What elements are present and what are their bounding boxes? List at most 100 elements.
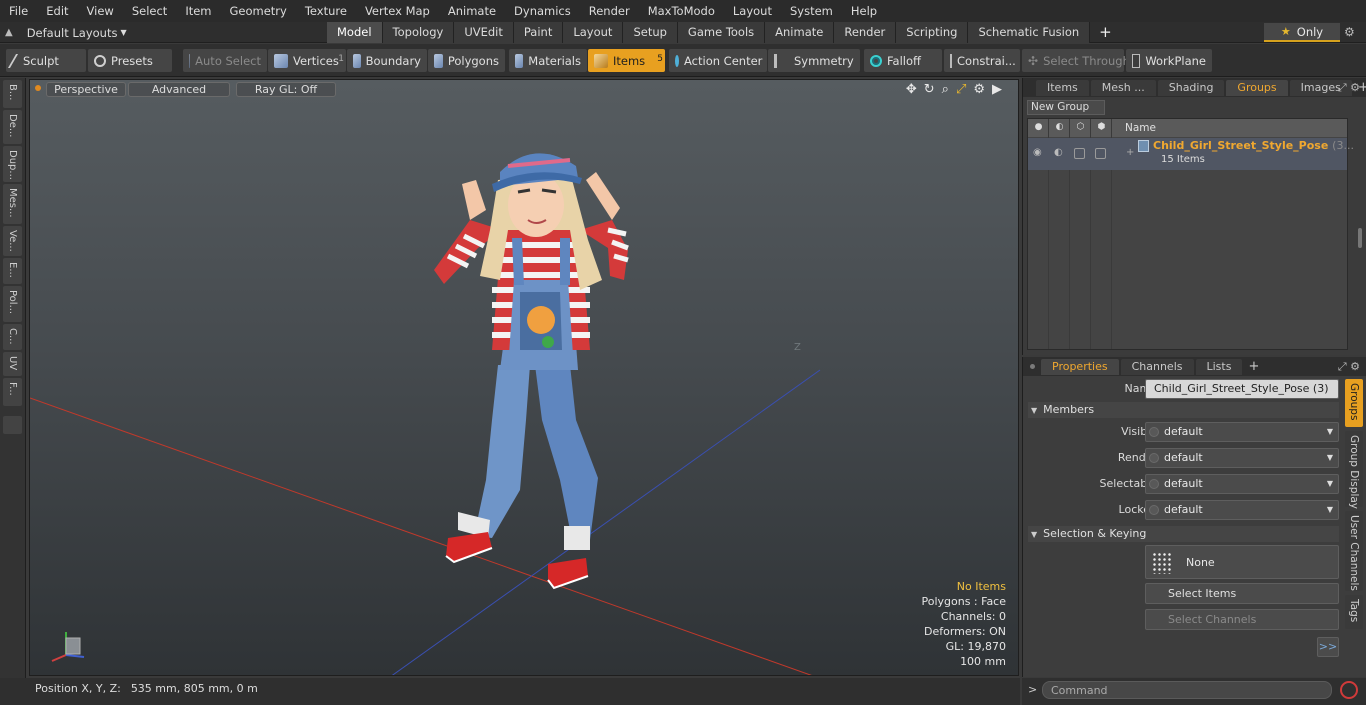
select-channels-button[interactable]: Select Channels: [1145, 609, 1339, 630]
menu-render[interactable]: Render: [580, 0, 639, 22]
menu-system[interactable]: System: [781, 0, 842, 22]
left-tab-vertex[interactable]: Ve...: [3, 226, 22, 256]
perspective-button[interactable]: Perspective: [46, 82, 126, 97]
left-tab-uv[interactable]: UV: [3, 352, 22, 376]
menu-file[interactable]: File: [0, 0, 37, 22]
tab-mesh[interactable]: Mesh ...: [1090, 79, 1156, 96]
render-select[interactable]: default ▼: [1145, 448, 1339, 468]
lock-checkbox[interactable]: [1074, 148, 1085, 159]
left-tab-extra[interactable]: [3, 416, 22, 434]
menu-layout[interactable]: Layout: [724, 0, 781, 22]
gear-icon[interactable]: ⚙: [1344, 22, 1355, 43]
render-icon[interactable]: ◐: [1054, 147, 1063, 158]
viewport-menu-dot[interactable]: [35, 85, 41, 91]
left-tab-mesh[interactable]: Mes...: [3, 184, 22, 224]
keying-none-button[interactable]: None: [1145, 545, 1339, 579]
tab-render[interactable]: Render: [834, 22, 897, 43]
groups-scrollbar[interactable]: [1354, 118, 1364, 350]
menu-dynamics[interactable]: Dynamics: [505, 0, 580, 22]
items-button[interactable]: Items 5: [588, 49, 665, 72]
panel-menu-dot[interactable]: [1030, 364, 1035, 369]
left-tab-fusion[interactable]: F...: [3, 378, 22, 406]
vertices-button[interactable]: Vertices 1: [268, 49, 346, 72]
tab-schematic-fusion[interactable]: Schematic Fusion: [968, 22, 1091, 43]
only-button[interactable]: ★ Only: [1264, 23, 1340, 42]
workplane-button[interactable]: WorkPlane: [1126, 49, 1212, 72]
command-input[interactable]: [1042, 681, 1332, 699]
group-row[interactable]: ◉ ◐ + Child_Girl_Street_Style_Pose (3...…: [1028, 138, 1354, 170]
menu-vertex-map[interactable]: Vertex Map: [356, 0, 439, 22]
presets-button[interactable]: Presets: [88, 49, 172, 72]
expand-icon[interactable]: ⤢ ⚙: [1338, 360, 1360, 374]
tab-items[interactable]: Items: [1036, 79, 1089, 96]
selectable-select[interactable]: default ▼: [1145, 474, 1339, 494]
left-tab-curve[interactable]: C...: [3, 324, 22, 350]
scene-canvas[interactable]: Z: [30, 80, 1019, 676]
side-tab-user-channels[interactable]: User Channels: [1345, 511, 1363, 591]
menu-edit[interactable]: Edit: [37, 0, 77, 22]
record-icon[interactable]: [1340, 681, 1358, 699]
advanced-button[interactable]: Advanced: [128, 82, 230, 97]
menu-help[interactable]: Help: [842, 0, 886, 22]
tab-layout[interactable]: Layout: [563, 22, 624, 43]
select-through-button[interactable]: ✣ Select Through: [1022, 49, 1130, 72]
tab-channels[interactable]: Channels: [1120, 358, 1194, 375]
visible-select[interactable]: default ▼: [1145, 422, 1339, 442]
menu-item[interactable]: Item: [176, 0, 220, 22]
scrollbar-thumb[interactable]: [1358, 228, 1362, 248]
side-tab-tags[interactable]: Tags: [1345, 595, 1363, 629]
menu-maxtomodo[interactable]: MaxToModo: [639, 0, 724, 22]
selection-keying-section[interactable]: ▼ Selection & Keying: [1028, 526, 1339, 542]
left-tab-polygon[interactable]: Pol...: [3, 286, 22, 322]
layout-selector[interactable]: ▲ Default Layouts ▼: [5, 22, 127, 43]
maximize-icon[interactable]: ⤢: [956, 82, 966, 97]
gear-icon[interactable]: ⚙: [973, 82, 985, 97]
sculpt-button[interactable]: Sculpt: [6, 49, 86, 72]
symmetry-button[interactable]: Symmetry: [768, 49, 860, 72]
falloff-button[interactable]: Falloff: [864, 49, 942, 72]
menu-animate[interactable]: Animate: [439, 0, 505, 22]
raygl-button[interactable]: Ray GL: Off: [236, 82, 336, 97]
tab-paint[interactable]: Paint: [513, 22, 564, 43]
polygons-button[interactable]: Polygons: [428, 49, 505, 72]
play-icon[interactable]: ▶: [992, 82, 1002, 97]
menu-select[interactable]: Select: [123, 0, 176, 22]
expand-icon[interactable]: ⤢ ⚙: [1338, 81, 1360, 95]
add-tab-icon[interactable]: +: [1090, 22, 1121, 43]
collapse-up-icon[interactable]: ▲: [5, 27, 13, 38]
tab-shading[interactable]: Shading: [1157, 79, 1225, 96]
select-checkbox[interactable]: [1095, 148, 1106, 159]
command-arrow-icon[interactable]: >: [1028, 683, 1037, 696]
name-column-header[interactable]: Name: [1125, 122, 1156, 134]
tab-topology[interactable]: Topology: [382, 22, 455, 43]
left-tab-duplicate[interactable]: Dup...: [3, 146, 22, 182]
boundary-button[interactable]: Boundary: [347, 49, 427, 72]
tab-game-tools[interactable]: Game Tools: [677, 22, 766, 43]
zoom-icon[interactable]: ⌕: [942, 82, 949, 97]
menu-texture[interactable]: Texture: [296, 0, 356, 22]
materials-button[interactable]: Materials: [509, 49, 587, 72]
tab-lists[interactable]: Lists: [1195, 358, 1243, 375]
tab-model[interactable]: Model: [327, 22, 383, 43]
left-tab-deform[interactable]: De...: [3, 110, 22, 144]
new-group-button[interactable]: New Group: [1027, 100, 1105, 115]
tab-properties[interactable]: Properties: [1041, 358, 1119, 375]
side-tab-group-display[interactable]: Group Display: [1345, 431, 1363, 509]
menu-view[interactable]: View: [78, 0, 123, 22]
tab-setup[interactable]: Setup: [623, 22, 678, 43]
action-center-button[interactable]: Action Center: [669, 49, 767, 72]
locked-select[interactable]: default ▼: [1145, 500, 1339, 520]
members-section[interactable]: ▼ Members: [1028, 402, 1339, 418]
tab-groups[interactable]: Groups: [1226, 79, 1288, 96]
select-items-button[interactable]: Select Items: [1145, 583, 1339, 604]
tab-scripting[interactable]: Scripting: [896, 22, 969, 43]
3d-viewport[interactable]: Z Perspective Advanced Ray GL: Off ✥ ↻ ⌕…: [29, 79, 1019, 676]
tab-uvedit[interactable]: UVEdit: [454, 22, 514, 43]
menu-geometry[interactable]: Geometry: [221, 0, 296, 22]
character-model[interactable]: [434, 153, 629, 590]
tab-animate[interactable]: Animate: [765, 22, 835, 43]
auto-select-button[interactable]: Auto Select: [183, 49, 267, 72]
expand-plus-icon[interactable]: +: [1126, 147, 1134, 158]
left-tab-edge[interactable]: E...: [3, 258, 22, 284]
constraints-button[interactable]: Constrai...: [944, 49, 1020, 72]
